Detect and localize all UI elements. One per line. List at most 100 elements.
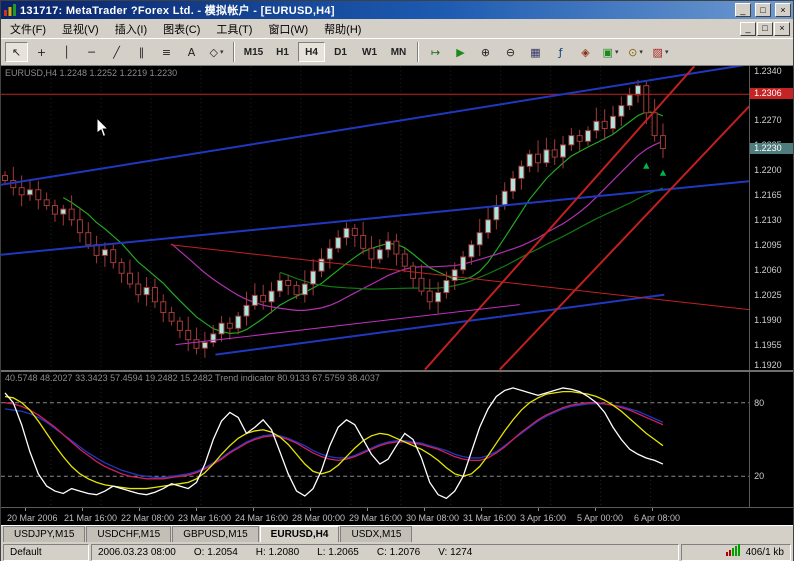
timeframe-mn-button[interactable]: MN bbox=[385, 42, 412, 62]
vertical-line-button[interactable]: │ bbox=[55, 42, 78, 62]
mdi-minimize-button[interactable]: _ bbox=[740, 22, 756, 36]
chevron-down-icon: ▾ bbox=[220, 48, 224, 56]
app-icon bbox=[3, 3, 17, 17]
timeframe-m15-button[interactable]: M15 bbox=[240, 42, 267, 62]
auto-scroll-icon: ▶ bbox=[456, 46, 464, 59]
close-button[interactable]: × bbox=[775, 3, 791, 17]
timeframe-m15-icon: M15 bbox=[244, 47, 263, 58]
auto-scroll-button[interactable]: ▶ bbox=[449, 42, 472, 62]
quote-info-panel: 2006.03.23 08:00 O: 1.2054 H: 1.2080 L: … bbox=[91, 544, 679, 561]
time-label: 22 Mar 08:00 bbox=[121, 513, 174, 523]
text-label-button[interactable]: A bbox=[180, 42, 203, 62]
price-chart-canvas[interactable] bbox=[1, 66, 749, 370]
time-label: 29 Mar 16:00 bbox=[349, 513, 402, 523]
indicator-panel: 40.5748 48.2027 33.3423 57.4594 19.2482 … bbox=[1, 372, 793, 507]
indicator-scale[interactable]: 80 20 bbox=[749, 372, 793, 507]
time-tick bbox=[367, 508, 368, 511]
tile-windows-icon: ▦ bbox=[530, 46, 540, 59]
chart-shift-button[interactable]: ↦ bbox=[424, 42, 447, 62]
connection-panel: 406/1 kb bbox=[681, 544, 791, 561]
time-label: 5 Apr 00:00 bbox=[577, 513, 623, 523]
timeframe-h4-button[interactable]: H4 bbox=[298, 42, 325, 62]
profile-selector[interactable]: Default bbox=[3, 544, 89, 561]
price-label: 1.2340 bbox=[754, 66, 782, 76]
restore-button[interactable]: □ bbox=[755, 3, 771, 17]
price-label: 1.2060 bbox=[754, 265, 782, 275]
time-label: 28 Mar 00:00 bbox=[292, 513, 345, 523]
time-label: 30 Mar 08:00 bbox=[406, 513, 459, 523]
time-tick bbox=[481, 508, 482, 511]
arrow-objects-button[interactable]: ◇▾ bbox=[205, 42, 228, 62]
price-label: 1.1990 bbox=[754, 315, 782, 325]
minimize-button[interactable]: _ bbox=[735, 3, 751, 17]
level-label: 20 bbox=[754, 471, 764, 481]
timeframe-w1-button[interactable]: W1 bbox=[356, 42, 383, 62]
time-tick bbox=[82, 508, 83, 511]
indicator-chart-canvas[interactable] bbox=[1, 372, 749, 507]
crosshair-icon: + bbox=[37, 46, 46, 59]
price-label: 1.2270 bbox=[754, 115, 782, 125]
connection-status-icon bbox=[726, 544, 741, 561]
crosshair-button[interactable]: + bbox=[30, 42, 53, 62]
price-label: 1.1920 bbox=[754, 360, 782, 370]
menu-view[interactable]: 显视(V) bbox=[54, 19, 107, 39]
new-order-button[interactable]: ◈ bbox=[574, 42, 597, 62]
trendline-button[interactable]: ╱ bbox=[105, 42, 128, 62]
time-label: 20 Mar 2006 bbox=[7, 513, 58, 523]
period-selector-button[interactable]: ⊙▾ bbox=[624, 42, 647, 62]
fibonacci-retracement-button[interactable]: ≡ bbox=[155, 42, 178, 62]
timeframe-d1-button[interactable]: D1 bbox=[327, 42, 354, 62]
zoom-in-button[interactable]: ⊕ bbox=[474, 42, 497, 62]
menu-window[interactable]: 窗口(W) bbox=[260, 19, 316, 39]
timeframe-w1-icon: W1 bbox=[362, 47, 377, 58]
zoom-out-button[interactable]: ⊖ bbox=[499, 42, 522, 62]
status-open: O: 1.2054 bbox=[194, 545, 238, 560]
chevron-down-icon: ▾ bbox=[665, 48, 669, 56]
time-label: 24 Mar 16:00 bbox=[235, 513, 288, 523]
price-label: 1.2025 bbox=[754, 290, 782, 300]
level-label: 80 bbox=[754, 398, 764, 408]
time-tick bbox=[25, 508, 26, 511]
time-tick bbox=[538, 508, 539, 511]
indicator-list-button[interactable]: ƒ bbox=[549, 42, 572, 62]
chevron-down-icon: ▾ bbox=[615, 48, 619, 56]
indicator-list-icon: ƒ bbox=[559, 46, 563, 59]
menu-tools[interactable]: 工具(T) bbox=[208, 19, 260, 39]
cursor-icon: ↖ bbox=[12, 46, 21, 59]
chart-area: EURUSD,H4 1.2248 1.2252 1.2219 1.2230 1.… bbox=[1, 66, 793, 525]
new-chart-button[interactable]: ▣▾ bbox=[599, 42, 622, 62]
tab-eurusd-h4[interactable]: EURUSD,H4 bbox=[260, 526, 340, 542]
menu-help[interactable]: 帮助(H) bbox=[316, 19, 369, 39]
template-selector-button[interactable]: ▨▾ bbox=[649, 42, 672, 62]
status-low: L: 1.2065 bbox=[317, 545, 359, 560]
main-chart-panel: EURUSD,H4 1.2248 1.2252 1.2219 1.2230 1.… bbox=[1, 66, 793, 370]
menu-charts[interactable]: 图表(C) bbox=[155, 19, 208, 39]
tile-windows-button[interactable]: ▦ bbox=[524, 42, 547, 62]
horizontal-line-button[interactable]: ─ bbox=[80, 42, 103, 62]
chart-ohlc-label: EURUSD,H4 1.2248 1.2252 1.2219 1.2230 bbox=[5, 68, 177, 78]
price-label: 1.2095 bbox=[754, 240, 782, 250]
timeframe-h1-button[interactable]: H1 bbox=[269, 42, 296, 62]
tab-usdchf-m15[interactable]: USDCHF,M15 bbox=[86, 526, 171, 542]
mdi-restore-button[interactable]: □ bbox=[757, 22, 773, 36]
ask-price-tag: 1.2306 bbox=[750, 88, 793, 99]
menu-insert[interactable]: 插入(I) bbox=[107, 19, 155, 39]
time-label: 21 Mar 16:00 bbox=[64, 513, 117, 523]
tab-gbpusd-m15[interactable]: GBPUSD,M15 bbox=[172, 526, 258, 542]
time-label: 6 Apr 08:00 bbox=[634, 513, 680, 523]
time-label: 31 Mar 16:00 bbox=[463, 513, 516, 523]
equidistant-channel-button[interactable]: ∥ bbox=[130, 42, 153, 62]
time-axis[interactable]: 20 Mar 200621 Mar 16:0022 Mar 08:0023 Ma… bbox=[1, 507, 793, 525]
chart-tab-bar: USDJPY,M15USDCHF,M15GBPUSD,M15EURUSD,H4U… bbox=[1, 525, 793, 542]
menu-file[interactable]: 文件(F) bbox=[2, 19, 54, 39]
price-scale[interactable]: 1.23401.23051.22701.22351.22001.21651.21… bbox=[749, 66, 793, 370]
tab-usdx-m15[interactable]: USDX,M15 bbox=[340, 526, 412, 542]
time-tick bbox=[310, 508, 311, 511]
cursor-button[interactable]: ↖ bbox=[5, 42, 28, 62]
tab-usdjpy-m15[interactable]: USDJPY,M15 bbox=[3, 526, 85, 542]
time-tick bbox=[652, 508, 653, 511]
time-tick bbox=[196, 508, 197, 511]
timeframe-h1-icon: H1 bbox=[276, 47, 289, 58]
mdi-close-button[interactable]: × bbox=[774, 22, 790, 36]
menu-bar: 文件(F)显视(V)插入(I)图表(C)工具(T)窗口(W)帮助(H) _ □ … bbox=[1, 19, 793, 38]
